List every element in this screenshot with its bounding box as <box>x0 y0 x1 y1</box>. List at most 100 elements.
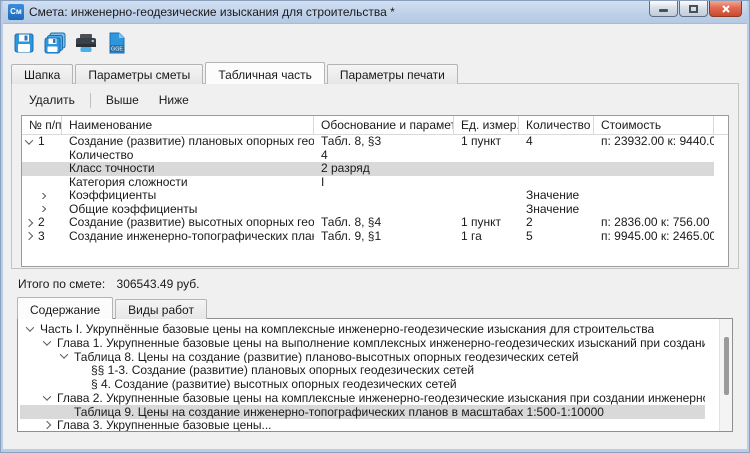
row-unit: 1 пункт <box>454 216 519 229</box>
tree-item[interactable]: Глава 2. Укрупненные базовые цены на ком… <box>20 391 705 405</box>
row-name: Создание инженерно-топографических плано… <box>62 230 314 243</box>
Категория сложности[interactable]: Категория сложности I <box>22 176 714 190</box>
expander-icon[interactable] <box>25 219 33 227</box>
tree-item[interactable]: Часть I. Укрупнённые базовые цены на ком… <box>20 322 705 336</box>
tab-parametry-pechati[interactable]: Параметры печати <box>327 64 458 84</box>
expander-icon[interactable] <box>43 392 51 400</box>
delete-button[interactable]: Удалить <box>21 90 83 110</box>
Количество[interactable]: Количество 4 <box>22 149 714 163</box>
row-number: 1 <box>38 135 45 148</box>
minimize-button[interactable] <box>649 0 678 17</box>
column-header-qty: Количество <box>519 116 594 134</box>
window-titlebar: См Смета: инженерно-геодезические изыска… <box>3 0 747 24</box>
row-justification: Табл. 9, §1 <box>314 230 454 243</box>
expander-icon[interactable] <box>38 206 46 212</box>
Создание (развитие) высотных опорных геодезиче...[interactable]: 2 Создание (развитие) высотных опорных г… <box>22 216 714 230</box>
column-header-unit: Ед. измер. <box>454 116 519 134</box>
export-gge-button[interactable]: GGE <box>104 30 130 56</box>
Класс точности[interactable]: Класс точности 2 разряд <box>22 162 714 176</box>
gge-label: GGE <box>111 47 123 53</box>
tab-label: Параметры сметы <box>88 68 190 82</box>
save-all-button[interactable] <box>42 30 68 56</box>
Создание (развитие) плановых опорных геодезиче...[interactable]: 1 Создание (развитие) плановых опорных г… <box>22 135 714 149</box>
row-unit: 1 га <box>454 230 519 243</box>
expander-icon[interactable] <box>26 323 34 331</box>
save-button[interactable] <box>11 30 37 56</box>
row-cost: п: 2836.00 к: 756.00 <box>594 216 714 229</box>
tree-item-label: Глава 2. Укрупненные базовые цены на ком… <box>57 391 705 405</box>
totals-value: 306543.49 руб. <box>117 277 200 291</box>
row-name: Класс точности <box>62 162 314 175</box>
app-window: См Смета: инженерно-геодезические изыска… <box>0 0 750 453</box>
tab-parametry-smety[interactable]: Параметры сметы <box>75 64 203 84</box>
tree-item[interactable]: Таблица 8. Цены на создание (развитие) п… <box>20 350 705 364</box>
column-header-cost: Стоимость <box>594 116 714 134</box>
move-down-button[interactable]: Ниже <box>151 90 197 110</box>
expander-icon[interactable] <box>25 136 33 144</box>
tab-label: Виды работ <box>128 303 194 317</box>
row-name: Категория сложности <box>62 176 314 189</box>
tree-item[interactable]: Глава 1. Укрупненные базовые цены на вып… <box>20 336 705 350</box>
maximize-icon <box>689 5 698 13</box>
tab-shapka[interactable]: Шапка <box>11 64 73 84</box>
table-header: № п/п Наименование Обоснование и парамет… <box>22 116 728 135</box>
contents-tree-panel: Часть I. Укрупнённые базовые цены на ком… <box>17 318 733 432</box>
row-name: Создание (развитие) плановых опорных гео… <box>62 135 314 148</box>
Общие коэффициенты[interactable]: Общие коэффициенты Значение <box>22 203 714 217</box>
tree-scrollbar[interactable] <box>719 319 732 431</box>
row-name: Коэффициенты <box>62 189 314 202</box>
row-name: Создание (развитие) высотных опорных гео… <box>62 216 314 229</box>
row-quantity: Значение <box>519 189 594 202</box>
expander-icon[interactable] <box>60 351 68 359</box>
tree-scrollbar-thumb[interactable] <box>724 337 729 395</box>
tablichnaya-chast-pane: Удалить Выше Ниже № п/п Наименование Обо… <box>11 83 739 269</box>
tree-item-label: Глава 3. Укрупненные базовые цены... <box>57 419 272 431</box>
save-icon <box>13 32 35 54</box>
row-justification: 2 разряд <box>314 162 454 175</box>
row-justification: Табл. 8, §4 <box>314 216 454 229</box>
tree-item[interactable]: § 4. Создание (развитие) высотных опорны… <box>20 377 705 391</box>
toolbar-separator <box>90 93 91 108</box>
tab-tablichnaya-chast[interactable]: Табличная часть <box>205 62 325 84</box>
toolbar: GGE <box>3 24 747 60</box>
row-quantity: 5 <box>519 230 594 243</box>
bottom-tab-bar: Содержание Виды работ <box>3 297 747 318</box>
tab-soderzhanie[interactable]: Содержание <box>17 297 113 319</box>
Коэффициенты[interactable]: Коэффициенты Значение <box>22 189 714 203</box>
tree-item[interactable]: Таблица 9. Цены на создание инженерно-то… <box>20 405 705 419</box>
app-icon: См <box>8 4 24 20</box>
tab-label: Параметры печати <box>340 68 445 82</box>
row-quantity: Значение <box>519 203 594 216</box>
row-actions: Удалить Выше Ниже <box>21 88 729 115</box>
Создание инженерно-топографических планов в ...[interactable]: 3 Создание инженерно-топографических пла… <box>22 230 714 244</box>
print-button[interactable] <box>73 30 99 56</box>
row-name: Количество <box>62 149 314 162</box>
close-button[interactable] <box>709 0 742 17</box>
tree-item-label: Часть I. Укрупнённые базовые цены на ком… <box>40 322 654 336</box>
tree-item[interactable]: Глава 3. Укрупненные базовые цены... <box>20 419 705 431</box>
window-title: Смета: инженерно-геодезические изыскания… <box>29 5 649 19</box>
row-unit: 1 пункт <box>454 135 519 148</box>
expander-icon[interactable] <box>43 421 51 429</box>
row-quantity: 2 <box>519 216 594 229</box>
expander-icon[interactable] <box>43 337 51 345</box>
move-up-button[interactable]: Выше <box>98 90 147 110</box>
table-body: 1 Создание (развитие) плановых опорных г… <box>22 135 728 243</box>
maximize-button[interactable] <box>679 0 708 17</box>
print-icon <box>74 32 98 54</box>
save-all-icon <box>43 32 67 54</box>
row-number: 2 <box>38 216 45 229</box>
row-justification: I <box>314 176 454 189</box>
tree-item[interactable]: §§ 1-3. Создание (развитие) плановых опо… <box>20 363 705 377</box>
expander-icon[interactable] <box>38 193 46 199</box>
row-number: 3 <box>38 230 45 243</box>
export-gge-icon: GGE <box>107 31 127 55</box>
tree-item-label: §§ 1-3. Создание (развитие) плановых опо… <box>91 363 474 377</box>
row-justification: 4 <box>314 149 454 162</box>
tree-item-label: Таблица 8. Цены на создание (развитие) п… <box>74 350 579 364</box>
tab-vidy-rabot[interactable]: Виды работ <box>115 299 207 319</box>
totals-line: Итого по смете: 306543.49 руб. <box>3 269 747 297</box>
row-quantity: 4 <box>519 135 594 148</box>
totals-label: Итого по смете: <box>18 277 105 291</box>
expander-icon[interactable] <box>25 232 33 240</box>
